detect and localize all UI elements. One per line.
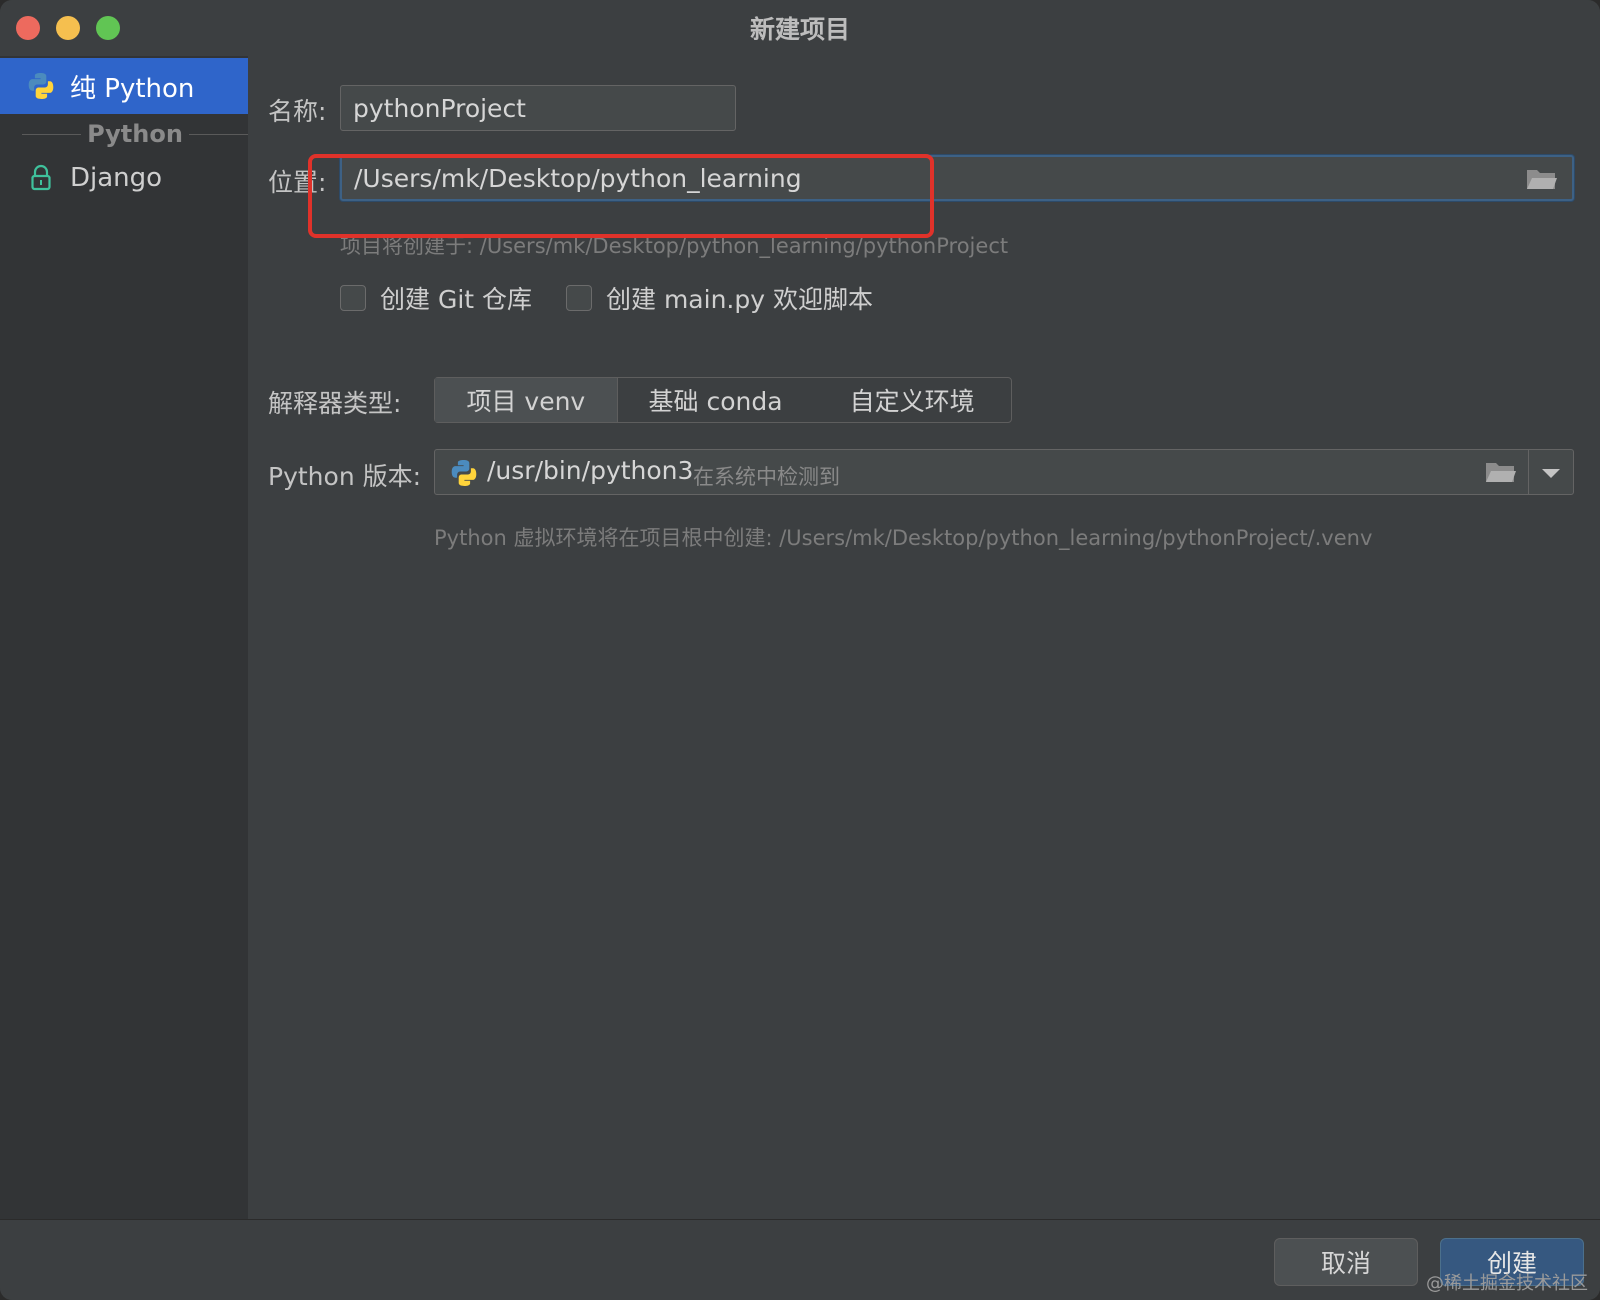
venv-hint: Python 虚拟环境将在项目根中创建: /Users/mk/Desktop/p… [434,526,1373,550]
create-git-checkbox[interactable]: 创建 Git 仓库 [340,280,532,316]
option-custom-env[interactable]: 自定义环境 [813,378,1011,422]
dialog-footer: 取消 创建 @稀土掘金技术社区 [0,1219,1600,1300]
detected-note: 在系统中检测到 [693,465,840,489]
sidebar-item-label: 纯 Python [70,73,195,104]
combo-divider [1528,450,1529,494]
chevron-down-icon[interactable] [1542,469,1560,478]
sidebar-group-header: Python [0,114,248,154]
create-main-py-label: 创建 main.py 欢迎脚本 [606,285,873,314]
interpreter-type-label: 解释器类型: [268,389,402,418]
sidebar-item-django[interactable]: Django [0,150,248,206]
folder-icon[interactable] [1526,167,1558,191]
lock-icon [31,164,51,191]
new-project-dialog: 新建项目 纯 Python Python Django 名称: pythonPr… [0,0,1600,1300]
checkbox-box[interactable] [566,285,592,311]
create-main-py-checkbox[interactable]: 创建 main.py 欢迎脚本 [566,280,873,316]
create-git-label: 创建 Git 仓库 [380,285,533,314]
folder-icon[interactable] [1485,460,1517,484]
title-bar: 新建项目 [0,0,1600,56]
annotation-highlight-box [308,154,934,238]
python-version-label: Python 版本: [268,462,422,491]
interpreter-type-selector: 项目 venv 基础 conda 自定义环境 [434,377,1012,423]
project-name-input[interactable]: pythonProject [340,85,736,131]
window-title: 新建项目 [749,15,850,44]
sidebar-item-pure-python[interactable]: 纯 Python [0,58,248,114]
sidebar-group-label: Python [87,120,183,148]
option-project-venv[interactable]: 项目 venv [435,378,618,422]
project-type-sidebar: 纯 Python Python Django [0,56,248,1219]
python-icon [28,73,54,99]
name-label: 名称: [268,97,327,126]
project-name-value: pythonProject [353,93,526,123]
python-version-combo[interactable]: /usr/bin/python3 在系统中检测到 [434,449,1574,495]
watermark: @稀土掘金技术社区 [1426,1273,1588,1294]
option-base-conda[interactable]: 基础 conda [618,378,814,422]
python-path: /usr/bin/python3 [487,456,694,485]
cancel-button[interactable]: 取消 [1274,1238,1418,1286]
checkbox-box[interactable] [340,285,366,311]
python-icon [451,460,477,486]
sidebar-item-label: Django [70,163,163,193]
